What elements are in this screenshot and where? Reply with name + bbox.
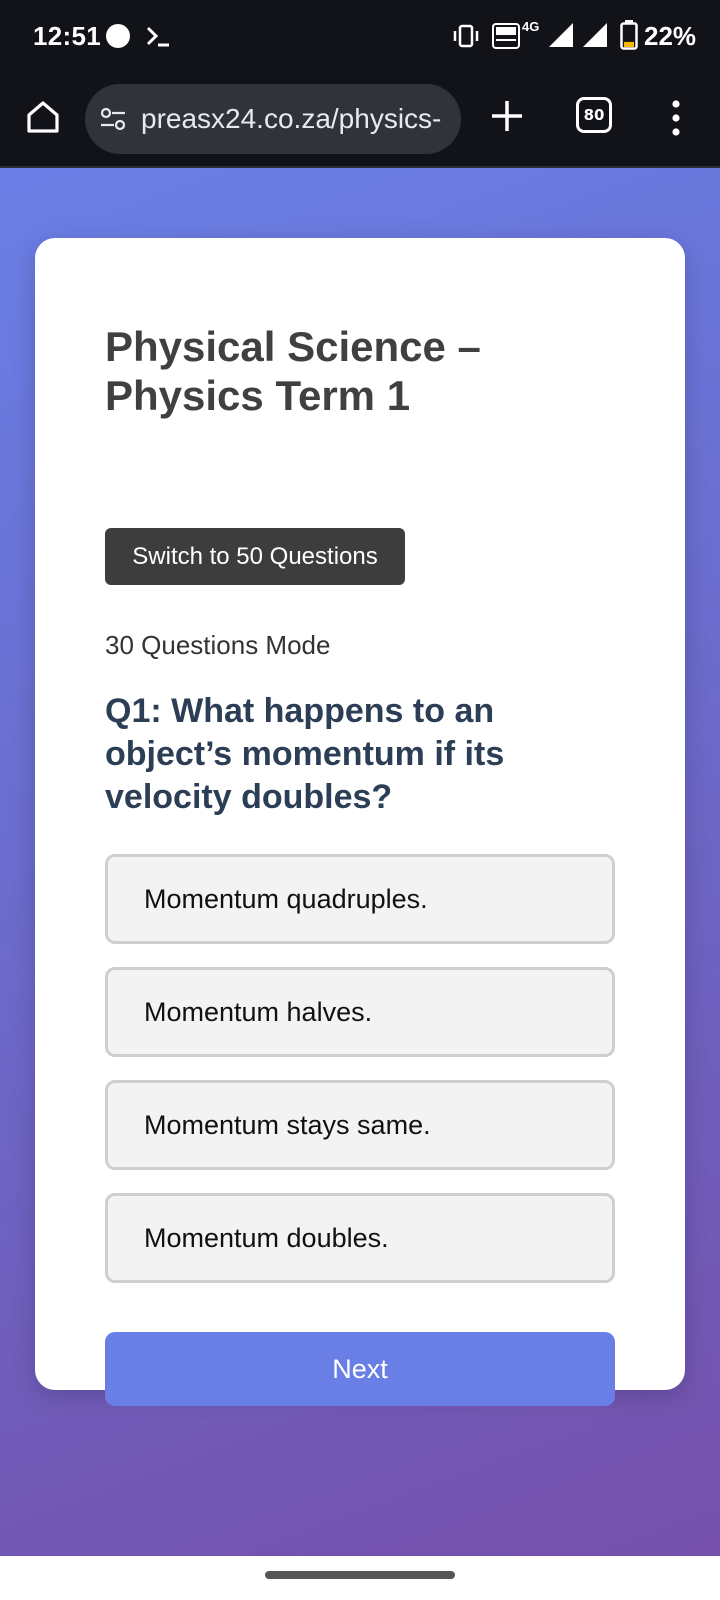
battery-percent: 22% (644, 21, 697, 51)
new-tab-plus-icon[interactable] (487, 96, 527, 136)
home-icon (27, 101, 59, 133)
battery-icon (620, 20, 638, 50)
tab-count: 80 (583, 106, 605, 124)
notification-dot-icon (106, 24, 130, 48)
status-time: 12:51 (33, 21, 101, 51)
status-bar: 12:51 4G 22% (0, 0, 720, 72)
address-bar[interactable]: preasx24.co.za/physics- (85, 84, 461, 154)
vibrate-icon (453, 24, 479, 48)
answer-option[interactable]: Momentum halves. (105, 967, 615, 1057)
terminal-icon (146, 26, 169, 47)
answer-option[interactable]: Momentum quadruples. (105, 854, 615, 944)
signal-strength-icon (583, 23, 607, 47)
question-text: Q1: What happens to an object’s momentum… (105, 692, 505, 816)
status-icons: 4G 22% (420, 0, 720, 72)
url-text[interactable]: preasx24.co.za/physics- (141, 101, 441, 137)
switch-mode-button[interactable]: Switch to 50 Questions (105, 528, 405, 585)
next-button[interactable]: Next (105, 1332, 615, 1406)
answer-option[interactable]: Momentum stays same. (105, 1080, 615, 1170)
tab-switcher-button[interactable]: 80 (576, 97, 612, 133)
browser-toolbar: preasx24.co.za/physics- 80 (0, 72, 720, 168)
site-settings-icon[interactable] (99, 105, 127, 133)
mode-label: 30 Questions Mode (105, 630, 331, 660)
gesture-handle[interactable] (265, 1571, 455, 1579)
page-background: Physical Science – Physics Term 1 Switch… (0, 168, 720, 1556)
signal-strength-icon (549, 23, 573, 47)
quiz-card: Physical Science – Physics Term 1 Switch… (35, 238, 685, 1406)
quiz-title: Physical Science – Physics Term 1 (105, 323, 481, 419)
volte-icon (492, 23, 520, 49)
answer-options: Momentum quadruples. Momentum halves. Mo… (105, 854, 615, 1306)
more-menu-icon[interactable] (664, 96, 688, 140)
answer-option[interactable]: Momentum doubles. (105, 1193, 615, 1283)
network-type-label: 4G (522, 19, 540, 34)
navigation-bar (0, 1556, 720, 1600)
home-button[interactable] (22, 96, 64, 138)
